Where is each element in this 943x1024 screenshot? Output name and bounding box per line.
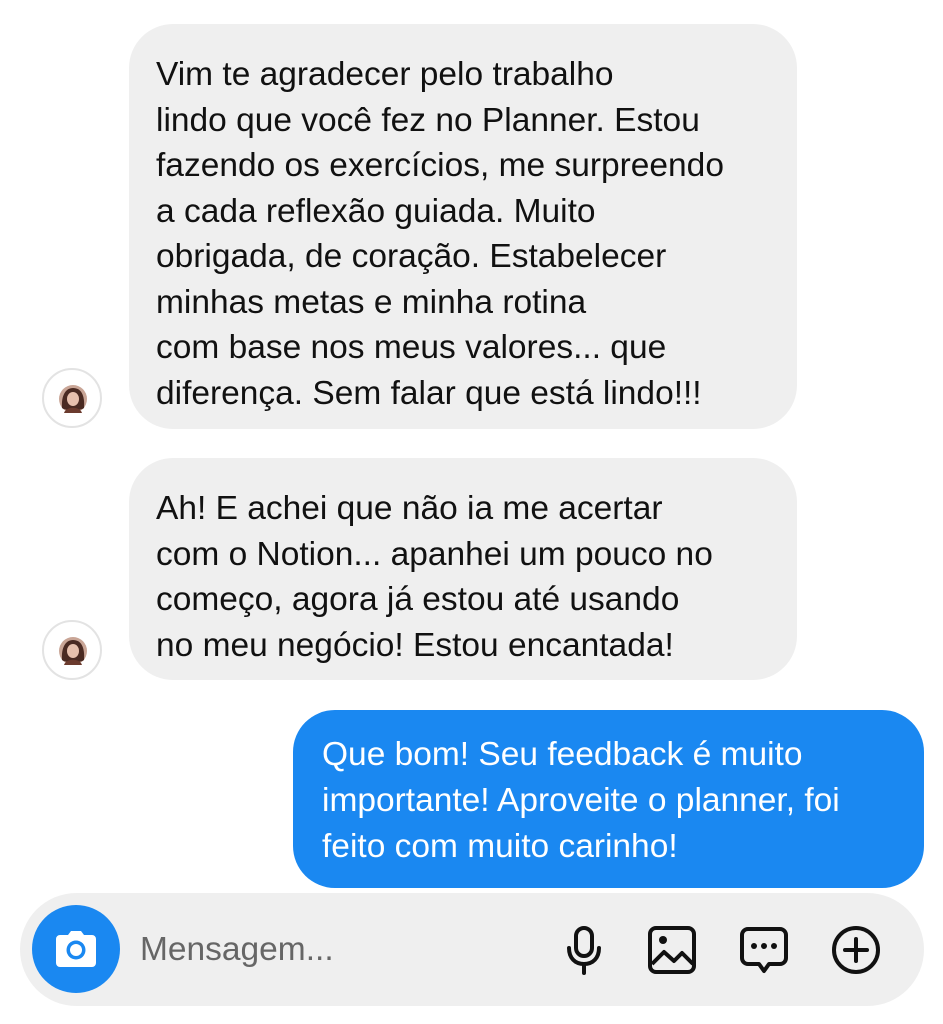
microphone-icon[interactable]: [558, 924, 610, 976]
contact-avatar[interactable]: [42, 368, 102, 428]
message-line: começo, agora já estou até usando: [156, 581, 680, 618]
message-line: Ah! E achei que não ia me acertar: [156, 490, 663, 527]
outgoing-message-bubble[interactable]: Que bom! Seu feedback é muito importante…: [293, 710, 924, 888]
message-line: diferença. Sem falar que está lindo!!!: [156, 374, 702, 412]
avatar-image: [59, 385, 87, 413]
gallery-icon[interactable]: [646, 924, 698, 976]
incoming-message-bubble[interactable]: Ah! E achei que não ia me acertar com o …: [129, 458, 797, 680]
message-line: importante! Aproveite o planner, foi: [322, 782, 840, 819]
avatar-image: [59, 637, 87, 665]
camera-icon: [56, 931, 96, 967]
message-line: com base nos meus valores... que: [156, 329, 667, 366]
message-composer: [20, 893, 924, 1006]
contact-avatar[interactable]: [42, 620, 102, 680]
message-line: feito com muito carinho!: [322, 828, 678, 865]
message-line: lindo que você fez no Planner. Estou: [156, 101, 700, 139]
camera-button[interactable]: [32, 905, 120, 993]
incoming-message-bubble[interactable]: Vim te agradecer pelo trabalho lindo que…: [129, 24, 797, 429]
message-line: fazendo os exercícios, me surpreendo: [156, 147, 724, 184]
message-line: minhas metas e minha rotina: [156, 283, 587, 321]
message-line: com o Notion... apanhei um pouco no: [156, 535, 713, 573]
plus-icon[interactable]: [830, 924, 882, 976]
message-input[interactable]: [140, 923, 440, 977]
message-line: Vim te agradecer pelo trabalho: [156, 56, 614, 93]
message-line: Que bom! Seu feedback é muito: [322, 736, 803, 773]
message-line: no meu negócio! Estou encantada!: [156, 626, 674, 664]
message-line: a cada reflexão guiada. Muito: [156, 192, 596, 230]
message-line: obrigada, de coração. Estabelecer: [156, 238, 667, 275]
sticker-icon[interactable]: [738, 924, 790, 976]
